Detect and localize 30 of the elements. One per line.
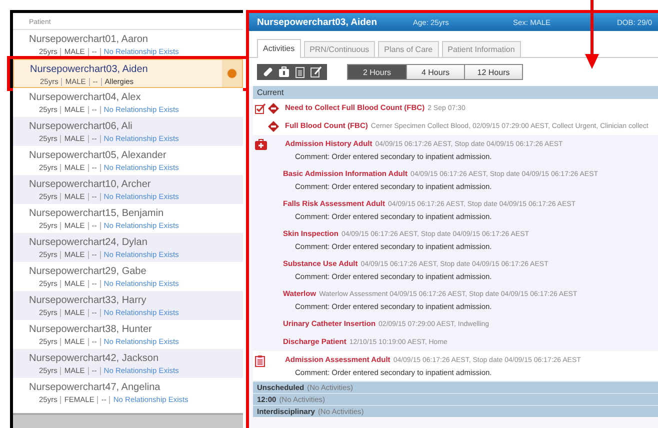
patient-name: Nursepowerchart10, Archer (29, 178, 152, 191)
time-range-button[interactable]: 2 Hours (348, 65, 406, 79)
patient-name: Nursepowerchart33, Harry (29, 294, 148, 307)
diamond-icon (268, 121, 279, 132)
patient-name: Nursepowerchart29, Gabe (29, 265, 148, 278)
patient-name: Nursepowerchart03, Aiden (30, 63, 149, 76)
patient-name: Nursepowerchart38, Hunter (29, 323, 153, 336)
diamond-icon (268, 103, 279, 114)
patient-name: Nursepowerchart01, Aaron (29, 33, 149, 46)
tab[interactable]: Plans of Care (378, 41, 439, 57)
banner-name: Nursepowerchart03, Aiden (257, 16, 378, 28)
time-range-button[interactable]: 4 Hours (406, 65, 464, 79)
clipboard-icon[interactable] (294, 66, 306, 78)
tab[interactable]: Patient Information (442, 41, 521, 57)
pencil-icon[interactable] (310, 66, 322, 78)
patient-name: Nursepowerchart47, Angelina (29, 381, 162, 394)
time-range-button[interactable]: 12 Hours (464, 65, 522, 79)
patient-name: Nursepowerchart24, Dylan (29, 236, 148, 249)
patient-name: Nursepowerchart05, Alexander (29, 149, 168, 162)
tab[interactable]: PRN/Continuous (304, 41, 376, 57)
tab[interactable]: Activities (257, 39, 301, 58)
clipboard-icon (255, 355, 265, 367)
section-bar[interactable]: Current (253, 86, 658, 99)
case-icon[interactable] (278, 66, 290, 78)
patient-name: Nursepowerchart06, Ali (29, 120, 134, 133)
patient-name: Nursepowerchart42, Jackson (29, 352, 160, 365)
patient-name: Nursepowerchart04, Alex (29, 91, 142, 104)
checkbox-icon[interactable] (255, 103, 266, 114)
patient-name: Nursepowerchart15, Benjamin (29, 207, 165, 220)
section-title: Current (257, 88, 284, 97)
